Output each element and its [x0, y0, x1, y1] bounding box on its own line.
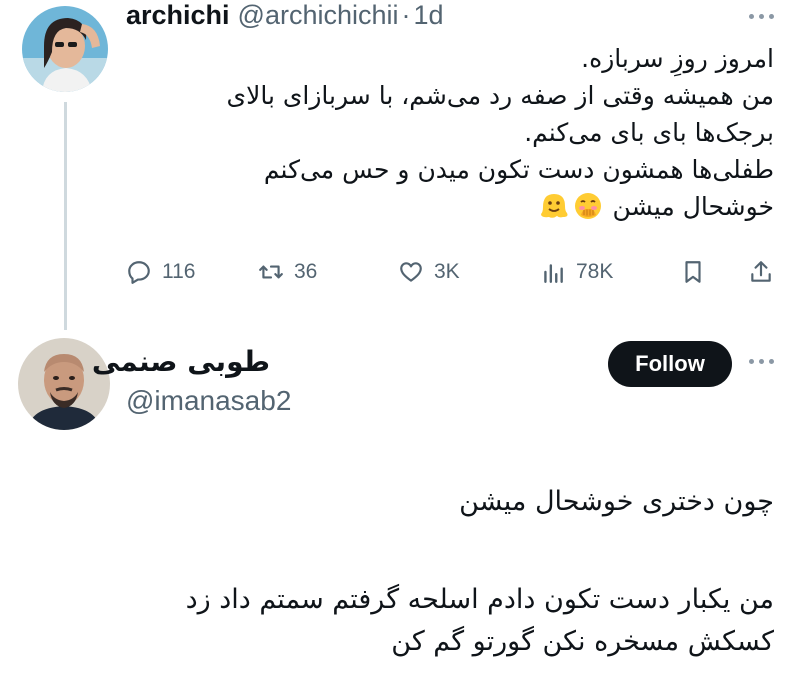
tweet-actions: 116 36 3K 78K [126, 252, 776, 292]
tweet-text-line: امروز روزِ سربازه. [581, 44, 774, 73]
tweet-text-line: برجک‌ها بای بای می‌کنم. [524, 118, 774, 147]
separator-dot: · [401, 0, 411, 30]
reply-text-line: چون دختری خوشحال میشن [459, 486, 774, 517]
share-button[interactable] [748, 252, 774, 292]
retweet-button[interactable]: 36 [258, 252, 317, 292]
retweet-icon [258, 259, 284, 285]
bookmark-button[interactable] [680, 252, 706, 292]
reply-text-line: کسکش مسخره نکن گورتو گم کن [391, 626, 774, 657]
timestamp[interactable]: 1d [414, 0, 444, 31]
tweet-text-line: طفلی‌ها همشون دست تکون میدن و حس می‌کنم [263, 155, 774, 184]
hand-over-mouth-emoji [573, 191, 603, 221]
like-icon [398, 259, 424, 285]
follow-button[interactable]: Follow [608, 341, 732, 387]
tweet-text-fragment: خوشحال میشن [612, 192, 774, 221]
reply-text-line: من یکبار دست تکون دادم اسلحه گرفتم سمتم … [185, 584, 774, 615]
bookmark-icon [680, 259, 706, 285]
author-name[interactable]: archichi [126, 0, 230, 31]
views-icon [540, 259, 566, 285]
like-count: 3K [434, 260, 460, 283]
melting-face-emoji [539, 191, 569, 221]
tweet-text: امروز روزِ سربازه. من همیشه وقتی از صفه … [134, 40, 775, 225]
reply-author-name[interactable]: طوبی صنمی [92, 345, 270, 378]
views-count: 78K [576, 260, 614, 283]
like-button[interactable]: 3K [398, 252, 460, 292]
tweet-text-line: من همیشه وقتی از صفه رد می‌شم، با سربازا… [226, 81, 775, 110]
tweet-text-line-last: خوشحال میشن [134, 188, 774, 225]
avatar[interactable] [22, 6, 108, 92]
more-icon[interactable] [749, 359, 774, 364]
reply-button[interactable]: 116 [126, 252, 195, 292]
more-icon[interactable] [749, 14, 774, 19]
share-icon [748, 259, 774, 285]
author-handle[interactable]: @archichichii [238, 0, 399, 31]
tweet-header: archichi @archichichii · 1d [126, 0, 444, 34]
views-button[interactable]: 78K [540, 252, 613, 292]
reply-author-handle[interactable]: @imanasab2 [126, 385, 291, 417]
reply-count: 116 [162, 260, 196, 283]
retweet-count: 36 [294, 260, 318, 283]
thread-line [64, 102, 67, 330]
reply-icon [126, 259, 152, 285]
